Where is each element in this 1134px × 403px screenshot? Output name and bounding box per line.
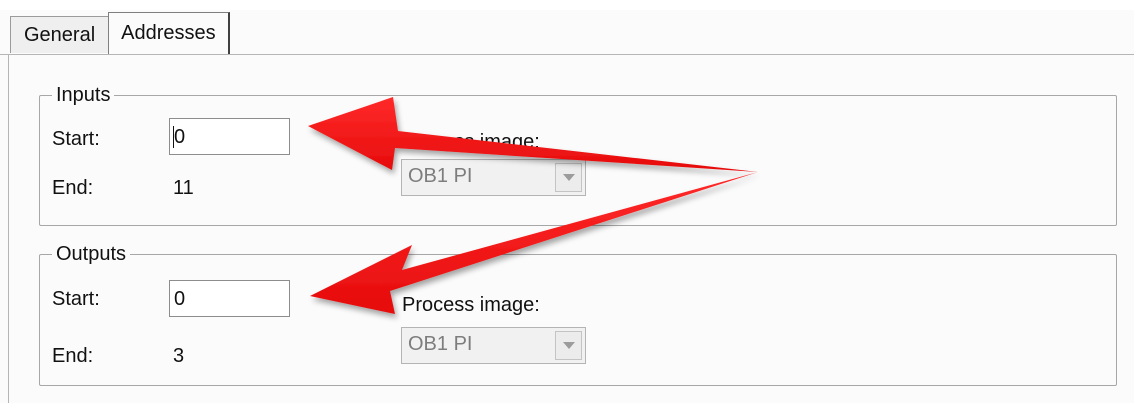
inputs-process-image-value: OB1 PI bbox=[408, 165, 473, 187]
outputs-dropdown-button[interactable] bbox=[555, 331, 582, 360]
outputs-end-label: End: bbox=[52, 345, 94, 367]
inputs-process-image-select[interactable]: OB1 PI bbox=[401, 159, 586, 196]
tab-bar: General Addresses bbox=[10, 12, 230, 54]
chevron-down-icon bbox=[562, 342, 575, 349]
tab-addresses-label: Addresses bbox=[121, 22, 216, 44]
outputs-start-field[interactable]: 0 bbox=[169, 280, 290, 317]
inputs-start-field[interactable]: 0 bbox=[169, 118, 290, 155]
properties-dialog: General Addresses Inputs Start: 0 End: 1… bbox=[0, 0, 1134, 403]
outputs-process-image-select[interactable]: OB1 PI bbox=[401, 327, 586, 364]
outputs-end-value: 3 bbox=[173, 345, 185, 367]
addresses-panel: Inputs Start: 0 End: 11 Process image: O… bbox=[8, 55, 1134, 403]
inputs-start-value: 0 bbox=[174, 126, 186, 148]
tab-general[interactable]: General bbox=[10, 16, 110, 53]
top-strip bbox=[0, 0, 1134, 10]
outputs-start-label: Start: bbox=[52, 288, 100, 310]
tab-addresses[interactable]: Addresses bbox=[108, 12, 230, 54]
inputs-process-image-label: Process image: bbox=[402, 131, 540, 153]
inputs-dropdown-button[interactable] bbox=[555, 163, 582, 192]
inputs-end-value: 11 bbox=[173, 177, 194, 199]
outputs-process-image-value: OB1 PI bbox=[408, 333, 473, 355]
outputs-group-title: Outputs bbox=[52, 241, 131, 267]
outputs-group: Outputs bbox=[39, 241, 1117, 386]
outputs-process-image-label: Process image: bbox=[402, 294, 540, 316]
tab-divider bbox=[0, 54, 1134, 55]
inputs-end-label: End: bbox=[52, 177, 94, 199]
inputs-start-label: Start: bbox=[52, 128, 100, 150]
inputs-group-title: Inputs bbox=[52, 82, 115, 108]
tab-general-label: General bbox=[24, 23, 96, 46]
chevron-down-icon bbox=[562, 174, 575, 181]
outputs-start-value: 0 bbox=[174, 288, 186, 310]
